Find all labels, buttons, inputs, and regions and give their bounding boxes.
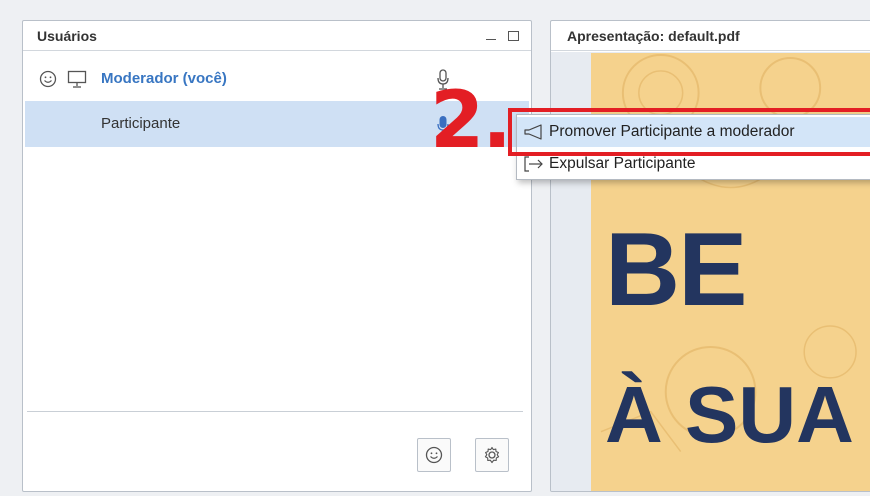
settings-button[interactable] <box>475 438 509 472</box>
menu-item-kick-label: Expulsar Participante <box>549 155 696 172</box>
logout-arrow-icon <box>524 156 543 172</box>
participant-name[interactable]: Participante <box>101 115 180 132</box>
menu-item-promote-label: Promover Participante a moderador <box>549 123 795 140</box>
users-panel-title: Usuários <box>37 27 97 44</box>
annotation-step-number: 2. <box>430 76 512 166</box>
menu-item-kick[interactable]: Expulsar Participante <box>517 149 870 179</box>
emoji-status-button[interactable] <box>417 438 451 472</box>
megaphone-icon <box>524 124 542 140</box>
slide-heading-line-2: À SUA <box>605 370 854 459</box>
settings-gear-icon <box>484 446 500 464</box>
menu-item-promote[interactable]: Promover Participante a moderador <box>517 117 870 147</box>
slide-heading-line-1: BE <box>605 212 747 328</box>
smile-icon <box>425 446 443 464</box>
user-context-menu: Promover Participante a moderador Expuls… <box>516 114 870 180</box>
presentation-title: Apresentação: default.pdf <box>551 21 870 51</box>
smile-icon[interactable] <box>39 70 57 88</box>
presentation-panel: Apresentação: default.pdf BE À SUA <box>550 20 870 492</box>
footer-divider <box>27 411 523 412</box>
maximize-icon[interactable] <box>505 28 521 44</box>
presenter-icon <box>67 70 87 88</box>
users-panel-header: Usuários <box>23 21 531 51</box>
moderator-name[interactable]: Moderador (você) <box>101 70 227 87</box>
minimize-icon[interactable] <box>483 28 499 44</box>
